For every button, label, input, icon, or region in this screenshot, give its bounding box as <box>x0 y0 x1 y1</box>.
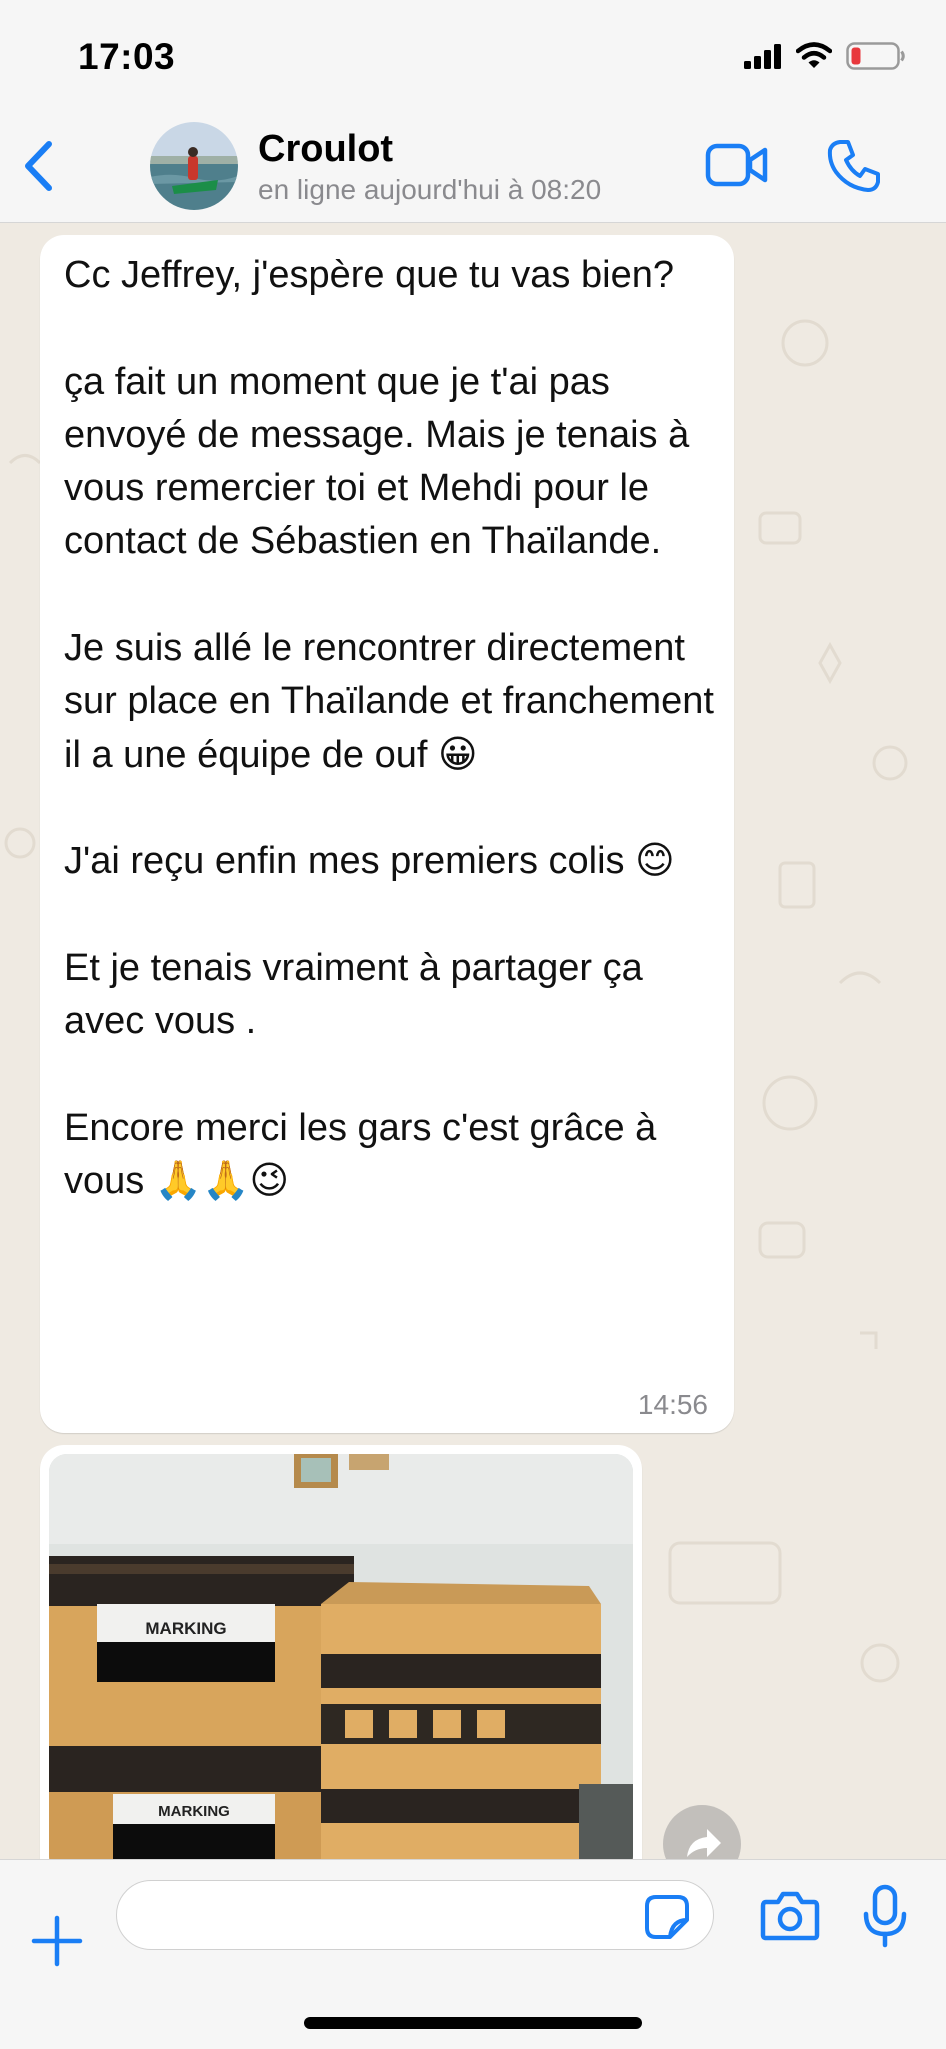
contact-avatar[interactable] <box>150 122 238 210</box>
chevron-left-icon <box>25 141 52 191</box>
status-icons <box>744 42 906 70</box>
video-call-icon <box>705 143 768 187</box>
video-call-button[interactable] <box>705 140 769 190</box>
voice-call-button[interactable] <box>826 138 882 194</box>
message-photo[interactable]: MARKING MARKING <box>49 1454 633 1859</box>
status-bar: 17:03 <box>0 0 946 110</box>
box-label-2: MARKING <box>158 1803 230 1820</box>
forward-button[interactable] <box>663 1805 741 1859</box>
phone-icon <box>827 140 880 192</box>
sticker-icon <box>645 1895 689 1939</box>
message-text: Cc Jeffrey, j'espère que tu vas bien? ça… <box>64 254 714 1203</box>
status-time: 17:03 <box>78 36 176 77</box>
signal-icon <box>744 44 781 69</box>
message-timestamp: 14:56 <box>637 1389 708 1420</box>
chat-header: Croulot en ligne aujourd'hui à 08:20 <box>0 110 946 223</box>
back-button[interactable] <box>16 136 66 196</box>
wifi-icon <box>796 42 832 68</box>
contact-name[interactable]: Croulot <box>258 128 393 171</box>
plus-icon <box>31 1915 83 1967</box>
camera-button[interactable] <box>760 1890 820 1942</box>
box-label-1: MARKING <box>145 1619 226 1638</box>
incoming-image-message[interactable]: MARKING MARKING <box>40 1445 642 1859</box>
attach-button[interactable] <box>30 1914 84 1968</box>
message-input-bar <box>0 1859 946 2049</box>
microphone-button[interactable] <box>862 1884 908 1948</box>
contact-status: en ligne aujourd'hui à 08:20 <box>258 174 602 205</box>
forward-icon <box>687 1829 721 1857</box>
home-indicator[interactable] <box>304 2017 642 2029</box>
message-input[interactable] <box>116 1880 714 1950</box>
microphone-icon <box>863 1884 907 1948</box>
camera-icon <box>760 1891 820 1941</box>
incoming-text-message[interactable]: Cc Jeffrey, j'espère que tu vas bien? ça… <box>40 235 734 1433</box>
sticker-button[interactable] <box>644 1894 690 1940</box>
chat-area[interactable]: Cc Jeffrey, j'espère que tu vas bien? ça… <box>0 223 946 1859</box>
battery-low-icon <box>846 42 905 70</box>
